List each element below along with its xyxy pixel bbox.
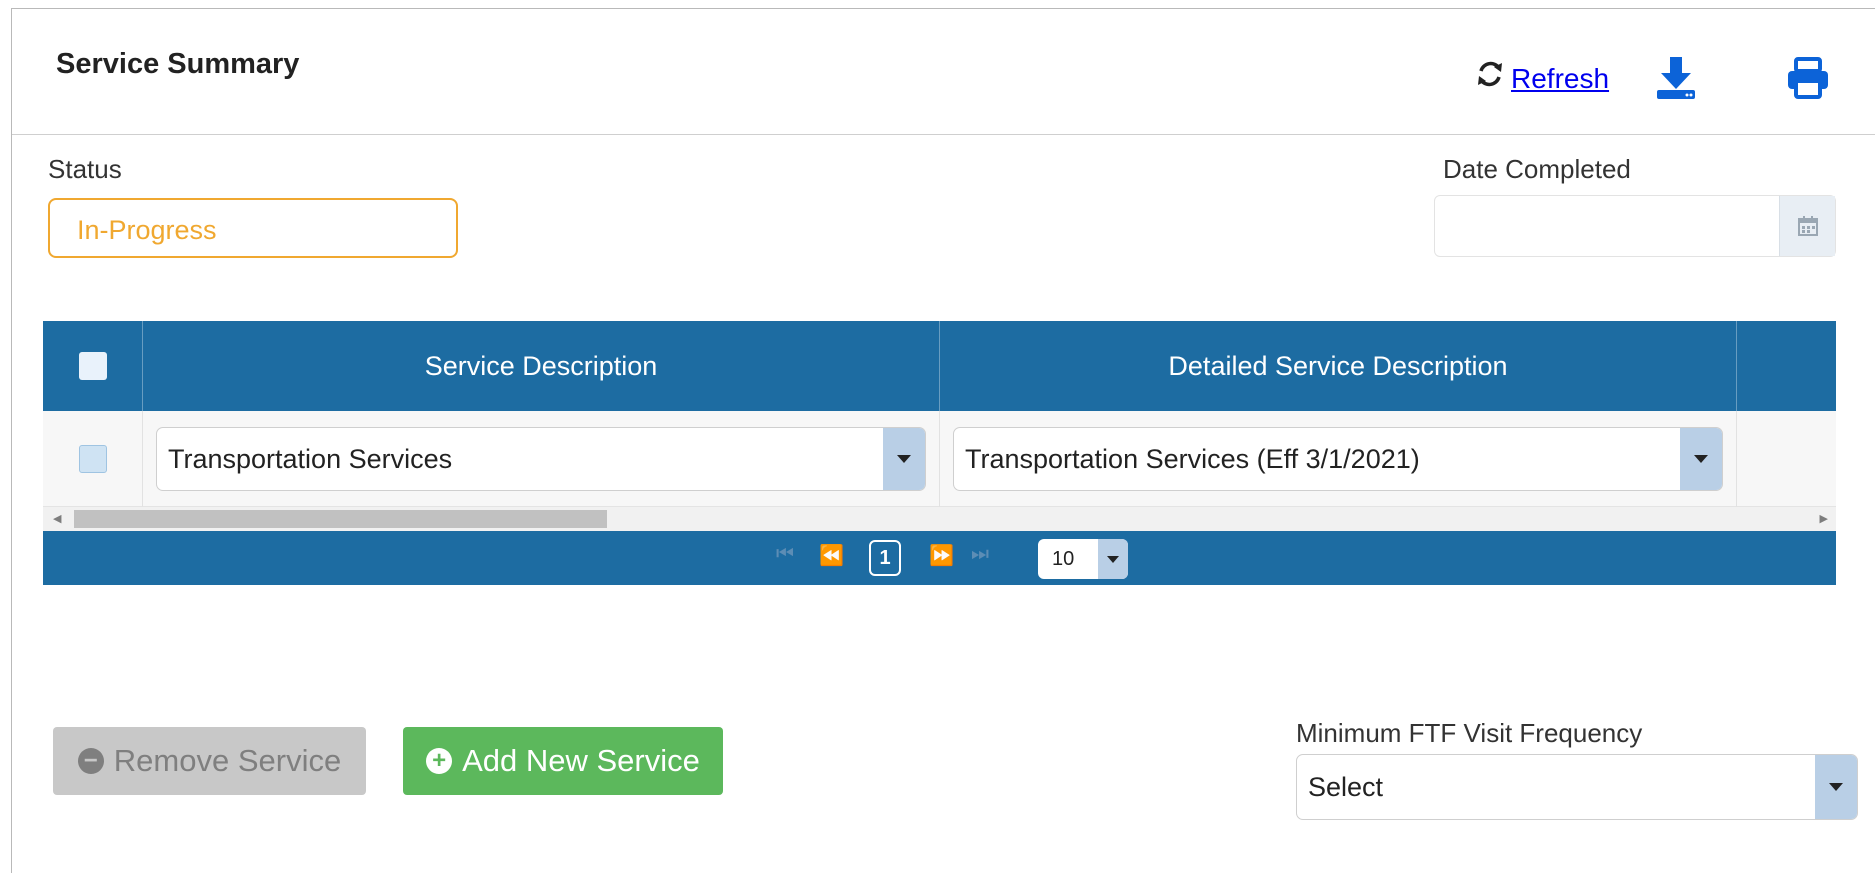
add-new-service-button[interactable]: + Add New Service <box>403 727 723 795</box>
row-checkbox[interactable] <box>78 445 107 473</box>
date-completed-label: Date Completed <box>1443 154 1631 184</box>
horizontal-scrollbar[interactable]: ◀ ▶ <box>43 507 1836 531</box>
column-header-detailed-service-description[interactable]: Detailed Service Description <box>940 321 1737 411</box>
ftf-frequency-select[interactable]: Select <box>1296 754 1858 820</box>
caret-down-icon <box>1829 783 1843 791</box>
service-description-dropdown[interactable]: Transportation Services <box>156 427 926 491</box>
detailed-service-description-value: Transportation Services (Eff 3/1/2021) <box>965 443 1420 474</box>
first-page-icon[interactable]: ⏮ <box>776 543 794 566</box>
pager: ⏮ ⏪ 1 ⏩ ⏭ 10 <box>43 531 1836 585</box>
page-size-dropdown-button[interactable] <box>1098 539 1128 579</box>
refresh-icon[interactable] <box>1475 59 1505 89</box>
caret-down-icon <box>897 455 911 463</box>
ftf-frequency-label: Minimum FTF Visit Frequency <box>1296 718 1643 748</box>
page-title: Service Summary <box>56 48 300 80</box>
remove-service-button[interactable]: − Remove Service <box>53 727 366 795</box>
row-select-cell <box>43 411 143 507</box>
ftf-frequency-dropdown-button[interactable] <box>1815 755 1857 819</box>
select-all-cell <box>43 321 143 411</box>
plus-circle-icon: + <box>426 748 453 774</box>
service-description-dropdown-button[interactable] <box>883 428 925 490</box>
detailed-service-description-dropdown-button[interactable] <box>1680 428 1722 490</box>
refresh-link[interactable]: Refresh <box>1511 63 1609 95</box>
scroll-left-icon[interactable]: ◀ <box>53 512 61 525</box>
ftf-frequency-value: Select <box>1308 771 1384 802</box>
minus-circle-icon: − <box>77 748 104 774</box>
caret-down-icon <box>1107 555 1119 563</box>
download-icon[interactable] <box>1653 55 1699 101</box>
status-badge: In-Progress <box>48 198 458 258</box>
calendar-button[interactable] <box>1779 196 1835 256</box>
column-header-extra <box>1737 321 1836 411</box>
service-description-value: Transportation Services <box>168 443 453 474</box>
add-new-service-label: Add New Service <box>462 743 700 778</box>
panel-header: Service Summary Refresh <box>12 9 1875 135</box>
print-icon[interactable] <box>1786 57 1830 99</box>
last-page-icon[interactable]: ⏭ <box>971 543 989 566</box>
row-extra-cell <box>1737 411 1836 507</box>
column-header-service-description[interactable]: Service Description <box>143 321 940 411</box>
page-size-value: 10 <box>1052 547 1075 570</box>
status-label: Status <box>48 154 122 184</box>
previous-page-icon[interactable]: ⏪ <box>819 543 844 568</box>
next-page-icon[interactable]: ⏩ <box>929 543 954 568</box>
date-completed-field[interactable] <box>1434 195 1836 257</box>
services-grid: Service Description Detailed Service Des… <box>43 321 1836 585</box>
grid-header: Service Description Detailed Service Des… <box>43 321 1836 411</box>
scrollbar-thumb[interactable] <box>74 510 607 528</box>
caret-down-icon <box>1694 455 1708 463</box>
detailed-service-description-cell: Transportation Services (Eff 3/1/2021) <box>940 411 1737 507</box>
remove-service-label: Remove Service <box>113 743 342 778</box>
table-row: Transportation Services Transportation S… <box>43 411 1836 507</box>
page-size-select[interactable]: 10 <box>1038 539 1128 579</box>
scroll-right-icon[interactable]: ▶ <box>1820 512 1828 525</box>
calendar-icon <box>1797 216 1818 236</box>
detailed-service-description-dropdown[interactable]: Transportation Services (Eff 3/1/2021) <box>953 427 1723 491</box>
current-page[interactable]: 1 <box>869 540 901 576</box>
service-description-cell: Transportation Services <box>143 411 940 507</box>
select-all-checkbox[interactable] <box>78 352 107 380</box>
